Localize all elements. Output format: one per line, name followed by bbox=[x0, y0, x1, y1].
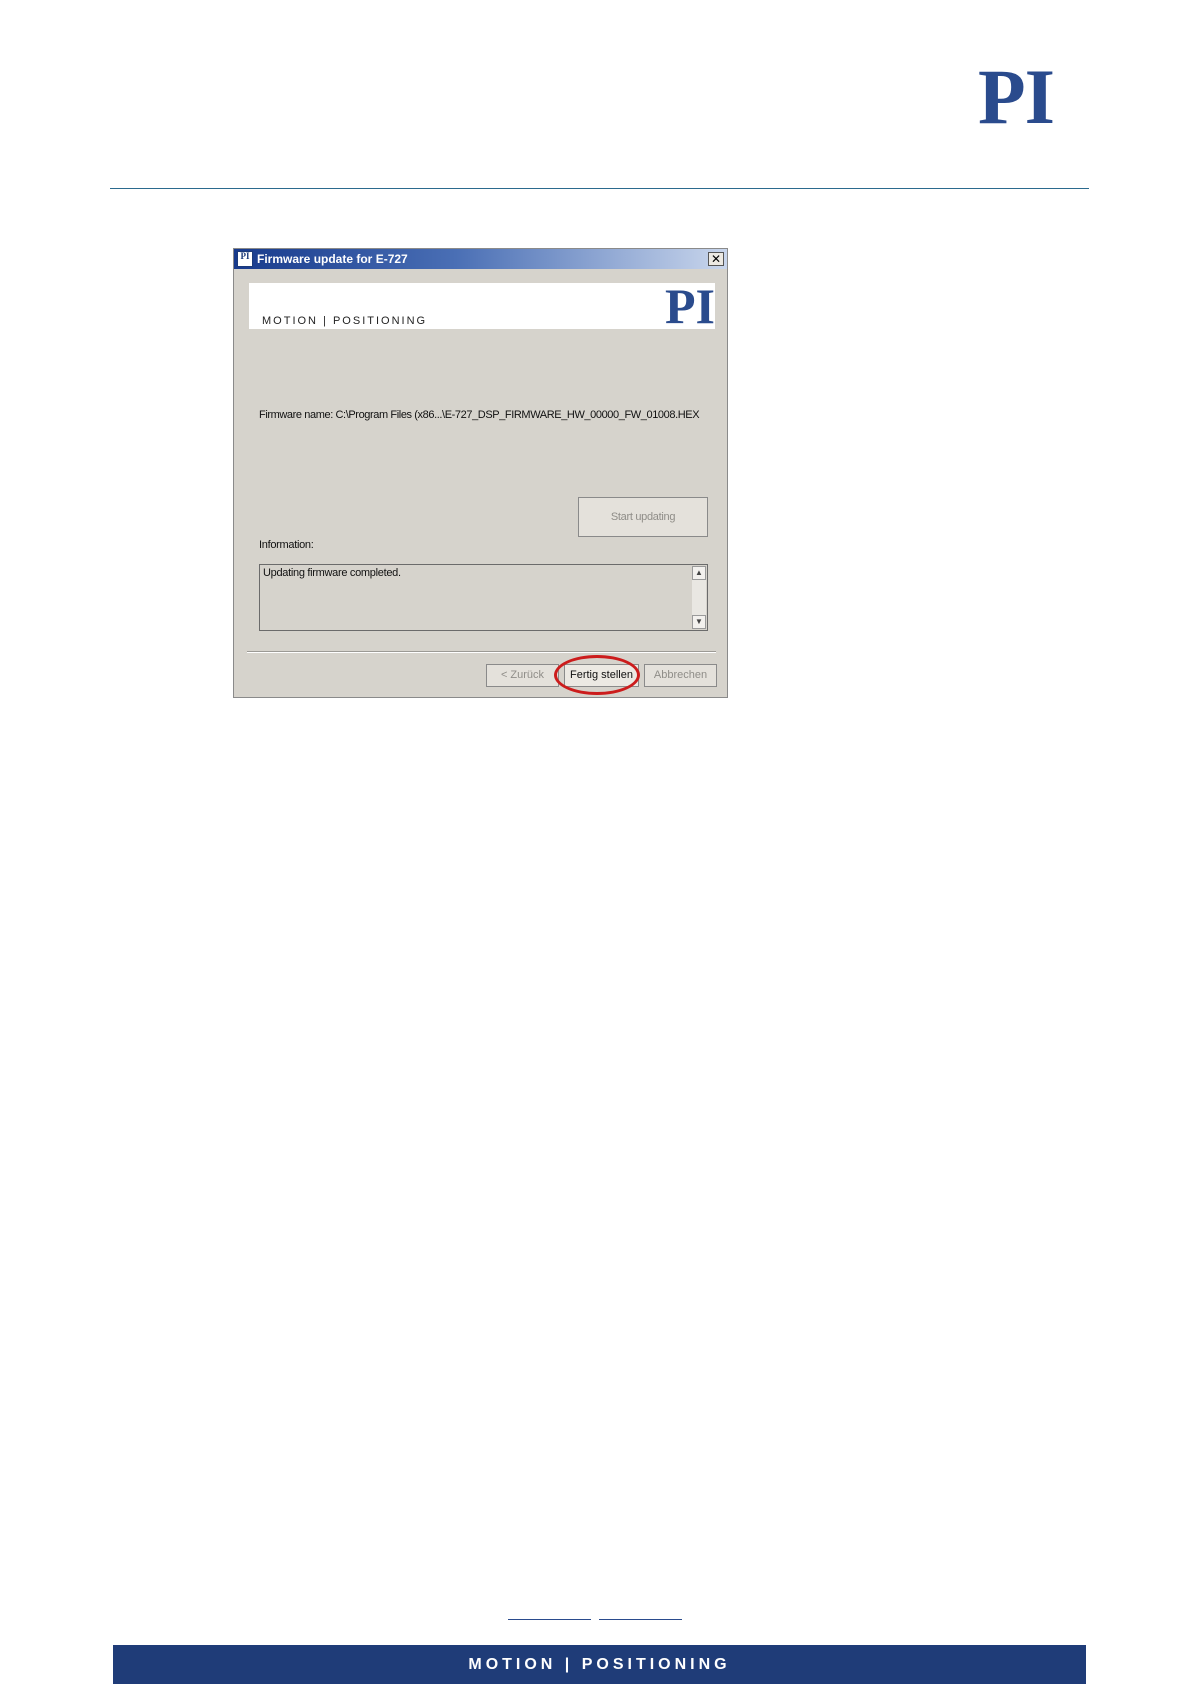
pi-logo: PI bbox=[978, 53, 1055, 140]
firmware-name-label: Firmware name: C:\Program Files (x86...\… bbox=[259, 409, 700, 421]
information-scrollbar[interactable]: ▲ ▼ bbox=[692, 566, 706, 629]
finish-highlight-ring bbox=[554, 655, 640, 695]
header-rule bbox=[110, 188, 1089, 189]
banner-pi-logo: PI bbox=[665, 278, 715, 334]
scroll-up-icon[interactable]: ▲ bbox=[692, 566, 706, 580]
cancel-button[interactable]: Abbrechen bbox=[644, 664, 717, 687]
footer-link-underline bbox=[599, 1619, 682, 1620]
scroll-down-icon[interactable]: ▼ bbox=[692, 615, 706, 629]
footer-tagline: MOTION | POSITIONING bbox=[468, 1656, 731, 1673]
banner-tagline: MOTION | POSITIONING bbox=[262, 315, 428, 327]
firmware-update-dialog: PI Firmware update for E-727 ✕ MOTION | … bbox=[233, 248, 728, 698]
pi-banner: MOTION | POSITIONING PI bbox=[249, 278, 715, 334]
pi-app-icon: PI bbox=[237, 251, 253, 267]
start-updating-button[interactable]: Start updating bbox=[578, 497, 708, 537]
dialog-titlebar[interactable]: PI Firmware update for E-727 ✕ bbox=[234, 249, 727, 269]
close-button[interactable]: ✕ bbox=[708, 252, 724, 266]
button-separator bbox=[247, 651, 716, 653]
information-textarea[interactable]: Updating firmware completed. ▲ ▼ bbox=[259, 564, 708, 631]
dialog-title: Firmware update for E-727 bbox=[257, 252, 408, 266]
footer-bar: MOTION | POSITIONING bbox=[113, 1645, 1086, 1684]
back-button[interactable]: < Zurück bbox=[486, 664, 559, 687]
information-label: Information: bbox=[259, 539, 314, 551]
information-text: Updating firmware completed. bbox=[263, 567, 401, 579]
close-icon: ✕ bbox=[710, 252, 722, 266]
footer-link-underline bbox=[508, 1619, 591, 1620]
